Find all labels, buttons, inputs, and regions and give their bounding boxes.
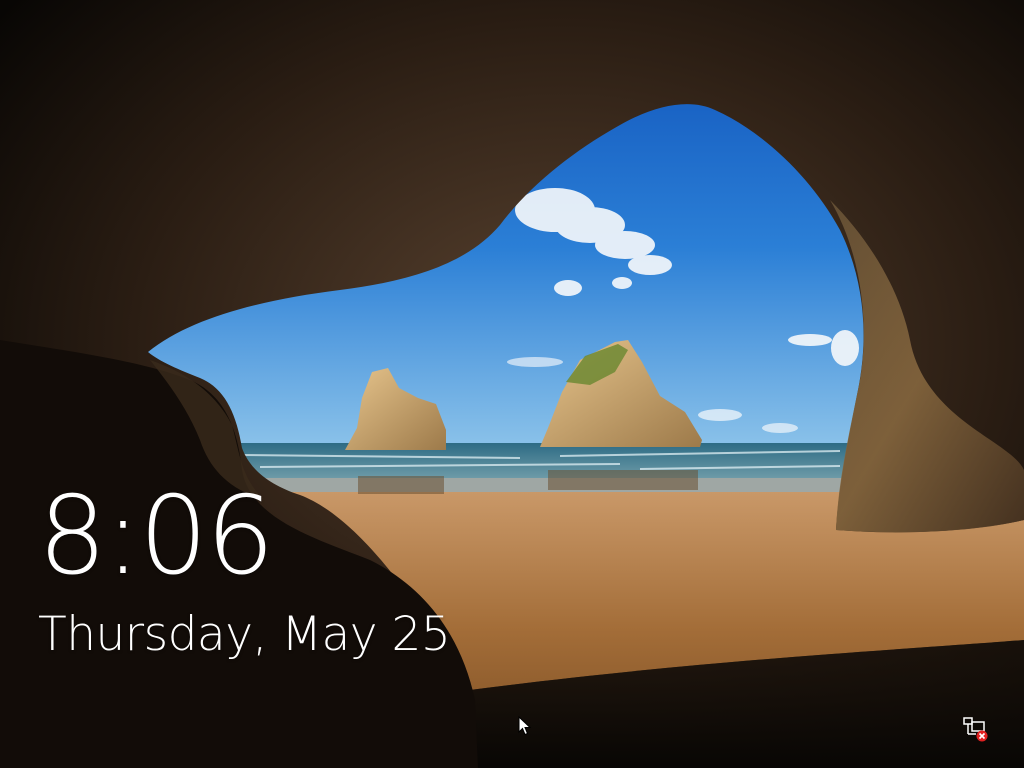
lock-screen-date: Thursday, May 25 [38, 607, 451, 662]
lock-screen[interactable]: 8:06 Thursday, May 25 [0, 0, 1024, 768]
lock-screen-clock: 8:06 Thursday, May 25 [38, 474, 451, 663]
network-disconnected-icon[interactable] [962, 716, 990, 742]
lock-screen-time: 8:06 [38, 474, 275, 599]
mouse-pointer-icon [518, 716, 532, 736]
